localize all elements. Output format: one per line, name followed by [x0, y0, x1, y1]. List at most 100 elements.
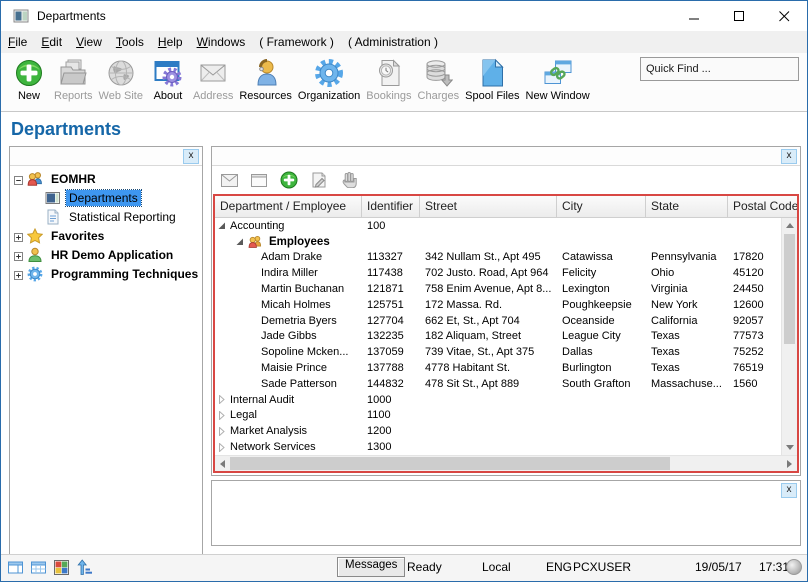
new-window-button[interactable]: New Window: [523, 53, 593, 105]
grid-row-sopoline-mcken[interactable]: Sopoline Mcken...137059739 Vitae, St., A…: [215, 344, 781, 360]
cell-state: Texas: [646, 346, 728, 358]
tree-item-hr-demo-application[interactable]: HR Demo Application: [10, 245, 202, 264]
menu-item-administration[interactable]: ( Administration ): [341, 32, 445, 52]
column-header-postal-code[interactable]: Postal Code: [728, 196, 797, 217]
grid-row-legal[interactable]: Legal1100: [215, 408, 781, 424]
row-name: Accounting: [226, 220, 284, 232]
window-list-icon[interactable]: [7, 559, 24, 576]
detail-panel-close-button[interactable]: x: [781, 149, 797, 164]
column-header-state[interactable]: State: [646, 196, 728, 217]
minimize-button[interactable]: [672, 1, 717, 31]
menu-item-windows[interactable]: Windows: [190, 32, 253, 52]
color-chart-icon[interactable]: [53, 559, 70, 576]
quick-find-input[interactable]: Quick Find ...: [640, 57, 799, 81]
grid-row-micah-holmes[interactable]: Micah Holmes125751172 Massa. Rd.Poughkee…: [215, 297, 781, 313]
toolbar-button-label: Reports: [54, 90, 93, 102]
grid-row-network-services[interactable]: Network Services1300: [215, 439, 781, 455]
maximize-icon: [734, 11, 745, 22]
row-expand-icon[interactable]: [217, 427, 226, 436]
grid-row-demetria-byers[interactable]: Demetria Byers127704662 Et, St., Apt 704…: [215, 313, 781, 329]
scroll-up-icon[interactable]: [782, 218, 797, 233]
scroll-down-icon[interactable]: [782, 440, 797, 455]
tree-item-statistical-reporting[interactable]: Statistical Reporting: [10, 207, 202, 226]
menu-item-edit[interactable]: Edit: [34, 32, 69, 52]
spool-files-button[interactable]: Spool Files: [462, 53, 522, 105]
horizontal-scrollbar[interactable]: [215, 455, 797, 471]
grid-row-market-analysis[interactable]: Market Analysis1200: [215, 423, 781, 439]
tree-item-favorites[interactable]: Favorites: [10, 226, 202, 245]
add-icon[interactable]: [280, 171, 298, 189]
status-time: 17:31: [759, 560, 789, 574]
horizontal-scroll-thumb[interactable]: [230, 457, 670, 470]
row-name: Market Analysis: [226, 425, 307, 437]
menu-item-help[interactable]: Help: [151, 32, 190, 52]
column-header-department-employee[interactable]: Department / Employee: [215, 196, 362, 217]
bookings-icon: [373, 57, 405, 89]
expand-icon[interactable]: [14, 250, 23, 259]
cell-state: Virginia: [646, 283, 728, 295]
maximize-button[interactable]: [717, 1, 762, 31]
menu-item-view[interactable]: View: [69, 32, 109, 52]
sort-icon[interactable]: [76, 559, 93, 576]
page-title: Departments: [11, 119, 121, 140]
organization-button[interactable]: Organization: [295, 53, 363, 105]
grid-row-internal-audit[interactable]: Internal Audit1000: [215, 392, 781, 408]
tree-item-label: Favorites: [48, 228, 107, 244]
toolbar-button-label: Resources: [239, 90, 292, 102]
column-header-identifier[interactable]: Identifier: [362, 196, 420, 217]
row-collapse-icon[interactable]: [235, 237, 244, 246]
grid-row-martin-buchanan[interactable]: Martin Buchanan121871758 Enim Avenue, Ap…: [215, 281, 781, 297]
resources-button[interactable]: Resources: [236, 53, 295, 105]
column-header-city[interactable]: City: [557, 196, 646, 217]
collapse-icon[interactable]: [14, 174, 23, 183]
about-button[interactable]: About: [146, 53, 190, 105]
new-button[interactable]: New: [7, 53, 51, 105]
vertical-scroll-thumb[interactable]: [784, 234, 795, 344]
column-header-street[interactable]: Street: [420, 196, 557, 217]
row-name: Micah Holmes: [257, 299, 331, 311]
grid-row-indira-miller[interactable]: Indira Miller117438702 Justo. Road, Apt …: [215, 265, 781, 281]
row-name: Sopoline Mcken...: [257, 346, 348, 358]
menu-item-tools[interactable]: Tools: [109, 32, 151, 52]
close-button[interactable]: [762, 1, 807, 31]
grid-row-jade-gibbs[interactable]: Jade Gibbs132235182 Aliquam, StreetLeagu…: [215, 329, 781, 345]
cell-street: 4778 Habitant St.: [420, 362, 557, 374]
departments-grid: Department / EmployeeIdentifierStreetCit…: [213, 194, 799, 473]
row-name: Indira Miller: [257, 267, 318, 279]
row-expand-icon[interactable]: [217, 443, 226, 452]
row-collapse-icon[interactable]: [217, 221, 226, 230]
charges-icon: [422, 57, 454, 89]
tree-item-programming-techniques[interactable]: Programming Techniques: [10, 264, 202, 283]
toolbar-button-label: New: [18, 90, 40, 102]
cell-identifier: 132235: [362, 330, 420, 342]
grid-view-icon[interactable]: [30, 559, 47, 576]
grid-row-sade-patterson[interactable]: Sade Patterson144832478 Sit St., Apt 889…: [215, 376, 781, 392]
expand-icon[interactable]: [14, 231, 23, 240]
menu-item-file[interactable]: File: [1, 32, 34, 52]
scroll-right-icon[interactable]: [782, 460, 797, 468]
grid-row-adam-drake[interactable]: Adam Drake113327342 Nullam St., Apt 495C…: [215, 250, 781, 266]
grid-row-employees[interactable]: Employees: [215, 234, 781, 250]
row-expand-icon[interactable]: [217, 411, 226, 420]
cell-city: Burlington: [557, 362, 646, 374]
vertical-scrollbar[interactable]: [781, 218, 797, 455]
navigation-panel-close-button[interactable]: x: [183, 149, 199, 164]
row-name: Martin Buchanan: [257, 283, 344, 295]
cell-street: 662 Et, St., Apt 704: [420, 315, 557, 327]
mail-icon: [220, 171, 238, 189]
cell-city: Catawissa: [557, 251, 646, 263]
grid-row-maisie-prince[interactable]: Maisie Prince1377884778 Habitant St.Burl…: [215, 360, 781, 376]
cell-state: Ohio: [646, 267, 728, 279]
row-expand-icon[interactable]: [217, 395, 226, 404]
grid-row-accounting[interactable]: Accounting100: [215, 218, 781, 234]
messages-panel-close-button[interactable]: x: [781, 483, 797, 498]
close-icon: [779, 11, 790, 22]
messages-button[interactable]: Messages: [337, 557, 405, 577]
menu-item-framework[interactable]: ( Framework ): [252, 32, 341, 52]
tree-item-eomhr[interactable]: EOMHR: [10, 169, 202, 188]
scroll-left-icon[interactable]: [215, 460, 230, 468]
tree-item-departments[interactable]: Departments: [10, 188, 202, 207]
expand-icon[interactable]: [14, 269, 23, 278]
web-site-button: Web Site: [96, 53, 146, 105]
cell-postal: 92057: [728, 315, 781, 327]
